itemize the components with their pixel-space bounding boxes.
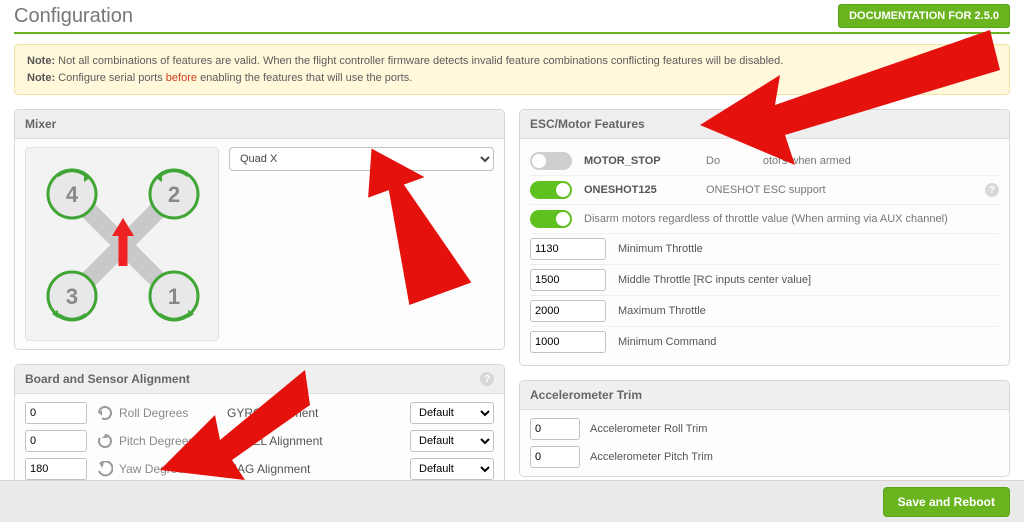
- min-command-label: Minimum Command: [618, 336, 716, 348]
- mixer-panel: Mixer 4: [14, 109, 505, 350]
- oneshot-toggle[interactable]: [530, 181, 572, 199]
- mid-throttle-label: Middle Throttle [RC inputs center value]: [618, 274, 811, 286]
- roll-icon: [97, 405, 113, 421]
- mid-throttle-input[interactable]: [530, 269, 606, 291]
- roll-label-cell: Roll Degrees: [97, 405, 217, 421]
- esc-panel-header: ESC/Motor Features: [520, 110, 1009, 139]
- pitch-label-cell: Pitch Degrees: [97, 433, 217, 449]
- motor-stop-toggle[interactable]: [530, 152, 572, 170]
- motor-3-label: 3: [66, 284, 78, 309]
- accel-pitch-label: Accelerometer Pitch Trim: [590, 451, 999, 463]
- help-icon[interactable]: ?: [985, 183, 999, 197]
- gyro-alignment-select[interactable]: Default: [410, 402, 494, 424]
- roll-degrees-label: Roll Degrees: [119, 406, 188, 420]
- pitch-degrees-label: Pitch Degrees: [119, 434, 194, 448]
- mixer-panel-header: Mixer: [15, 110, 504, 139]
- gyro-alignment-label: GYRO Alignment: [227, 406, 400, 420]
- note-prefix: Note:: [27, 55, 55, 67]
- min-command-input[interactable]: [530, 331, 606, 353]
- board-alignment-title: Board and Sensor Alignment: [25, 372, 190, 386]
- save-reboot-button[interactable]: Save and Reboot: [883, 487, 1010, 517]
- mag-alignment-select[interactable]: Default: [410, 458, 494, 480]
- note-prefix-2: Note:: [27, 72, 55, 84]
- accel-trim-panel: Accelerometer Trim Accelerometer Roll Tr…: [519, 380, 1010, 477]
- disarm-desc: Disarm motors regardless of throttle val…: [584, 213, 999, 225]
- yaw-icon: [97, 461, 113, 477]
- accel-alignment-select[interactable]: Default: [410, 430, 494, 452]
- accel-trim-header: Accelerometer Trim: [520, 381, 1009, 410]
- mixer-diagram: 4 2: [25, 147, 219, 341]
- header: Configuration DOCUMENTATION FOR 2.5.0: [14, 0, 1010, 34]
- accel-alignment-label: ACCEL Alignment: [227, 434, 400, 448]
- motor-1-label: 1: [168, 284, 180, 309]
- min-throttle-label: Minimum Throttle: [618, 243, 703, 255]
- esc-title: ESC/Motor Features: [530, 117, 645, 131]
- oneshot-name: ONESHOT125: [584, 184, 694, 196]
- mixer-type-select[interactable]: Quad X: [229, 147, 494, 171]
- mag-alignment-label: MAG Alignment: [227, 462, 400, 476]
- board-alignment-panel: Board and Sensor Alignment ? Roll Degree…: [14, 364, 505, 489]
- oneshot-desc: ONESHOT ESC support: [706, 184, 973, 196]
- notice-box: Note: Not all combinations of features a…: [14, 44, 1010, 95]
- max-throttle-label: Maximum Throttle: [618, 305, 706, 317]
- pitch-degrees-input[interactable]: [25, 430, 87, 452]
- pitch-icon: [97, 433, 113, 449]
- motor-stop-name: MOTOR_STOP: [584, 155, 694, 167]
- board-alignment-header: Board and Sensor Alignment ?: [15, 365, 504, 394]
- footer-bar: Save and Reboot: [0, 480, 1024, 522]
- note-line2a: Configure serial ports: [58, 72, 163, 84]
- max-throttle-input[interactable]: [530, 300, 606, 322]
- note-before-word: before: [166, 72, 197, 84]
- documentation-button[interactable]: DOCUMENTATION FOR 2.5.0: [838, 4, 1010, 28]
- yaw-label-cell: Yaw Degrees: [97, 461, 217, 477]
- yaw-degrees-input[interactable]: [25, 458, 87, 480]
- help-icon[interactable]: ?: [480, 372, 494, 386]
- accel-pitch-input[interactable]: [530, 446, 580, 468]
- motor-2-label: 2: [168, 182, 180, 207]
- motor-stop-desc: Do otors when armed: [706, 155, 999, 167]
- esc-panel: ESC/Motor Features MOTOR_STOP Do otors w…: [519, 109, 1010, 366]
- accel-roll-label: Accelerometer Roll Trim: [590, 423, 999, 435]
- note-line2b: enabling the features that will use the …: [200, 72, 412, 84]
- note-line1: Not all combinations of features are val…: [58, 55, 783, 67]
- roll-degrees-input[interactable]: [25, 402, 87, 424]
- accel-roll-input[interactable]: [530, 418, 580, 440]
- page-title: Configuration: [14, 5, 133, 28]
- accel-trim-title: Accelerometer Trim: [530, 388, 642, 402]
- yaw-degrees-label: Yaw Degrees: [119, 462, 190, 476]
- disarm-toggle[interactable]: [530, 210, 572, 228]
- motor-4-label: 4: [66, 182, 79, 207]
- mixer-title: Mixer: [25, 117, 56, 131]
- min-throttle-input[interactable]: [530, 238, 606, 260]
